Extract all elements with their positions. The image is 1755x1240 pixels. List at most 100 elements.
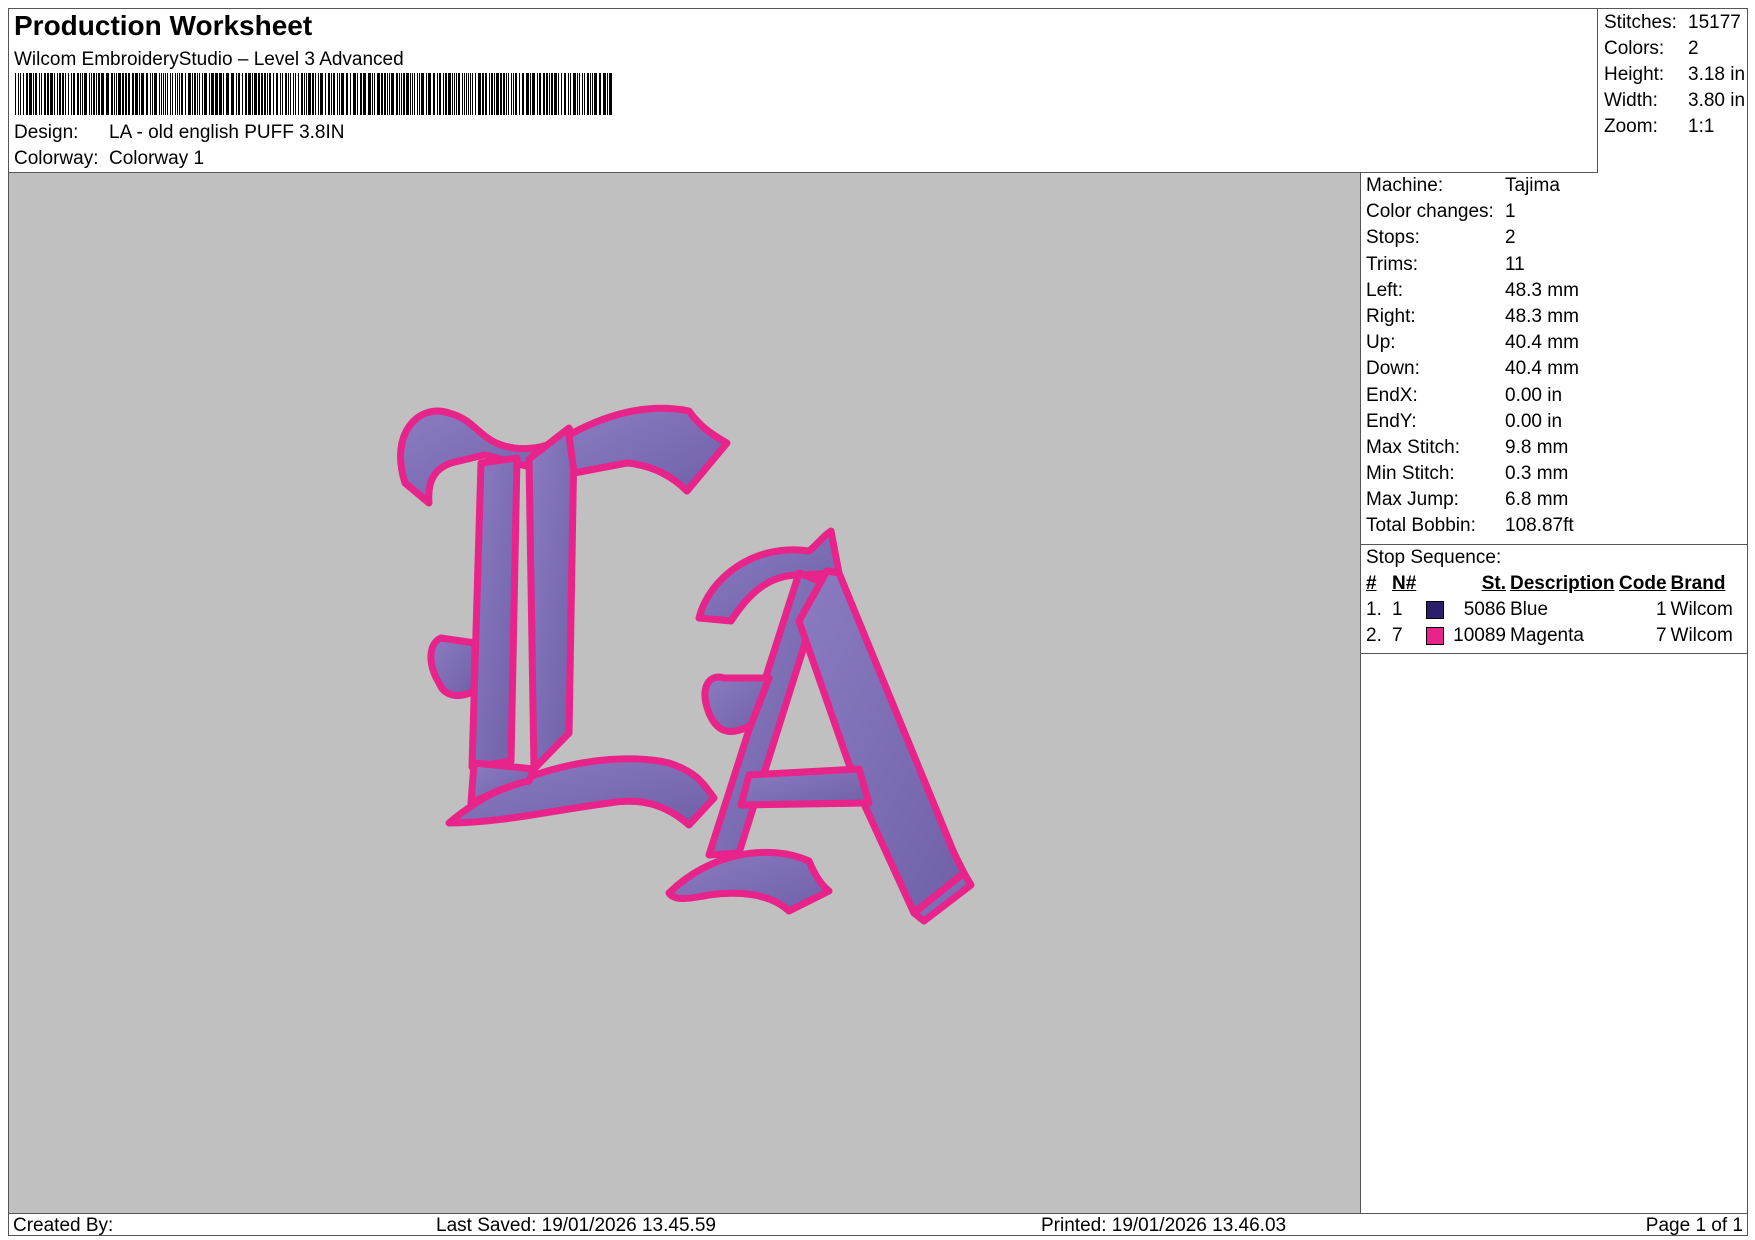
barcode-bar [456, 73, 457, 115]
table-header-row: # N# St. Description Code Brand [1364, 571, 1735, 597]
barcode-bar [466, 73, 467, 115]
barcode-bar [132, 73, 134, 115]
barcode-bar [150, 73, 151, 115]
barcode-bar [267, 73, 268, 115]
barcode-bar [308, 73, 311, 115]
stat-value: 2 [1688, 38, 1699, 59]
barcode-bar [374, 73, 375, 115]
barcode-bar [219, 73, 222, 115]
letter-a-shape [665, 527, 975, 925]
col-stitch-header: St. [1481, 572, 1506, 594]
thread-swatch [1424, 623, 1448, 649]
barcode-bar [101, 73, 104, 115]
barcode-bar [258, 73, 260, 115]
info-row: Trims: 11 [1361, 252, 1747, 278]
info-value: 48.3 mm [1505, 279, 1579, 301]
stat-value: 1:1 [1688, 116, 1715, 137]
design-stats-box: Stitches: 15177 Colors: 2 Height: 3.18 in W… [1597, 9, 1747, 173]
barcode-bar [401, 73, 402, 115]
barcode-bar [226, 73, 229, 115]
barcode-bar [204, 73, 207, 115]
barcode-bar [500, 73, 502, 115]
barcode-bar [403, 73, 405, 115]
info-value: 48.3 mm [1505, 305, 1579, 327]
barcode-bar [29, 73, 32, 115]
barcode-bar [165, 73, 166, 115]
info-row: Max Stitch: 9.8 mm [1361, 435, 1747, 461]
info-label: Trims: [1366, 253, 1419, 275]
barcode-bar [185, 73, 186, 115]
barcode-bar [135, 73, 138, 115]
barcode-bar [530, 73, 531, 115]
created-by: Created By: [13, 1215, 114, 1236]
barcode-bar [587, 73, 589, 115]
stat-height: Height: 3.18 in [1598, 62, 1747, 88]
barcode-bar [57, 73, 58, 115]
row-stitches: 10089 [1453, 624, 1506, 646]
barcode-bar [15, 73, 16, 115]
barcode-bar [320, 73, 323, 115]
col-swatch-header [1424, 571, 1448, 597]
barcode-bar [80, 73, 81, 115]
barcode-bar [325, 73, 326, 115]
barcode-bar [318, 73, 319, 115]
design-row: Design: LA - old english PUFF 3.8IN [14, 122, 345, 144]
barcode-bar [537, 73, 538, 115]
barcode-bar [511, 73, 512, 115]
barcode-bar [462, 73, 463, 115]
barcode-bar [167, 73, 168, 115]
barcode-bar [381, 73, 383, 115]
barcode-bar [236, 73, 237, 115]
barcode-bar [410, 73, 411, 115]
info-label: Machine: [1366, 175, 1444, 196]
barcode-bar [496, 73, 499, 115]
barcode-bar [188, 73, 191, 115]
info-row: Stops: 2 [1361, 225, 1747, 251]
stat-label: Stitches: [1604, 12, 1677, 33]
stat-width: Width: 3.80 in [1598, 88, 1747, 114]
info-value: 108.87ft [1505, 515, 1574, 537]
barcode-bar [211, 73, 214, 115]
barcode-bar [26, 73, 28, 115]
printed-date: Printed: 19/01/2026 13.46.03 [1041, 1215, 1287, 1236]
barcode-bar [245, 73, 247, 115]
barcode-bar [503, 73, 505, 115]
row-num: 1. [1366, 598, 1382, 620]
info-row: EndY: 0.00 in [1361, 409, 1747, 435]
row-brand: Wilcom [1670, 624, 1733, 646]
barcode-bar [71, 73, 72, 115]
barcode-bar [152, 73, 153, 115]
worksheet-header: Production Worksheet Wilcom EmbroiderySt… [9, 9, 1597, 173]
barcode-bar [301, 73, 303, 115]
barcode-bar [526, 73, 529, 115]
barcode-bar [65, 73, 66, 115]
barcode-bar [570, 73, 571, 115]
info-label: EndY: [1366, 410, 1417, 432]
barcode-bar [116, 73, 117, 115]
barcode-bar [295, 73, 296, 115]
barcode-bar [252, 73, 253, 115]
barcode-bar [33, 73, 34, 115]
barcode-bar [111, 73, 113, 115]
design-preview [9, 173, 1361, 1213]
info-value: 1 [1505, 201, 1516, 223]
barcode-bar [290, 73, 291, 115]
stat-colors: Colors: 2 [1598, 36, 1747, 62]
row-needle: 1 [1392, 598, 1403, 620]
info-value: 40.4 mm [1505, 358, 1579, 380]
barcode-bar [215, 73, 218, 115]
barcode-bar [304, 73, 305, 115]
barcode-bar [159, 73, 160, 115]
barcode-bar [515, 73, 517, 115]
barcode-bar [261, 73, 263, 115]
barcode-bar [62, 73, 64, 115]
info-value: 40.4 mm [1505, 332, 1579, 354]
barcode-bar [360, 73, 362, 115]
barcode-bar [172, 73, 173, 115]
info-value: 2 [1505, 227, 1516, 249]
barcode-bar [433, 73, 435, 115]
colorway-row: Colorway: Colorway 1 [14, 148, 204, 170]
info-label: Right: [1366, 305, 1416, 327]
barcode-bar [592, 73, 593, 115]
barcode-bar [414, 73, 415, 115]
